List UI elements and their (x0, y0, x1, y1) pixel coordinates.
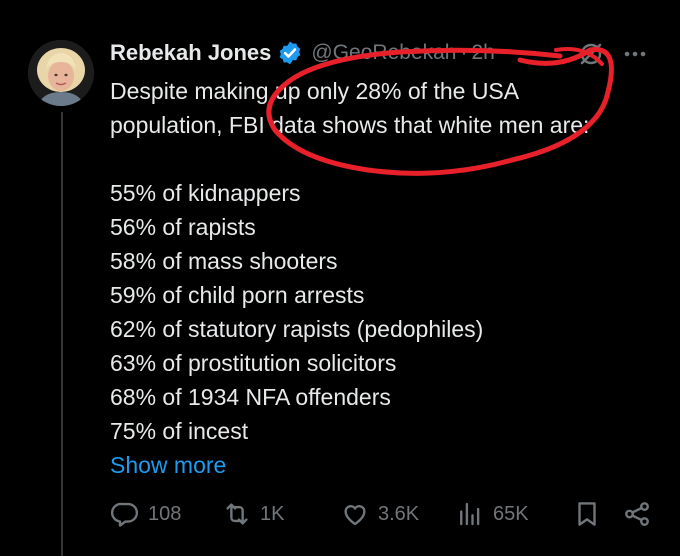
tweet-intro-line-1: Despite making up only 28% of the USA (110, 78, 520, 104)
avatar[interactable] (28, 40, 94, 106)
reply-button[interactable]: 108 (110, 494, 181, 534)
views-icon (460, 502, 480, 526)
stat-line: 68% of 1934 NFA offenders (110, 384, 391, 410)
stat-line: 56% of rapists (110, 214, 256, 240)
stat-line: 55% of kidnappers (110, 180, 301, 206)
author-handle[interactable]: @GeoRebekah (311, 41, 456, 65)
share-button[interactable] (622, 494, 652, 534)
timestamp[interactable]: 2h (471, 41, 494, 65)
verified-badge-icon (280, 41, 301, 65)
thread-line (61, 112, 63, 556)
views-button[interactable]: 65K (455, 494, 529, 534)
tweet-intro-line-2: population, FBI data shows that white me… (110, 112, 590, 138)
stat-line: 59% of child porn arrests (110, 282, 365, 308)
grok-icon[interactable] (577, 40, 605, 68)
more-options-icon[interactable] (620, 40, 650, 68)
tweet-body: Despite making up only 28% of the USA po… (110, 74, 670, 482)
stat-line: 63% of prostitution solicitors (110, 350, 397, 376)
bookmark-icon (578, 502, 596, 526)
share-icon (625, 502, 649, 526)
show-more-link[interactable]: Show more (110, 448, 670, 482)
dot-separator: · (460, 41, 468, 64)
stat-line: 58% of mass shooters (110, 248, 338, 274)
reply-icon (111, 502, 139, 527)
like-button[interactable]: 3.6K (340, 494, 419, 534)
view-count: 65K (493, 502, 529, 525)
like-count: 3.6K (378, 502, 420, 525)
tweet-header: Rebekah Jones @GeoRebekah · 2h (110, 37, 495, 69)
stat-line: 62% of statutory rapists (pedophiles) (110, 316, 484, 342)
repost-button[interactable]: 1K (222, 494, 284, 534)
bookmark-button[interactable] (572, 494, 602, 534)
repost-count: 1K (260, 502, 285, 525)
reply-count: 108 (148, 502, 182, 525)
author-name[interactable]: Rebekah Jones (110, 40, 271, 66)
repost-icon (226, 503, 248, 525)
avatar-image (28, 40, 94, 106)
like-icon (344, 505, 366, 526)
action-bar: 108 1K 3.6K 65K (110, 494, 655, 534)
stat-line: 75% of incest (110, 418, 249, 444)
